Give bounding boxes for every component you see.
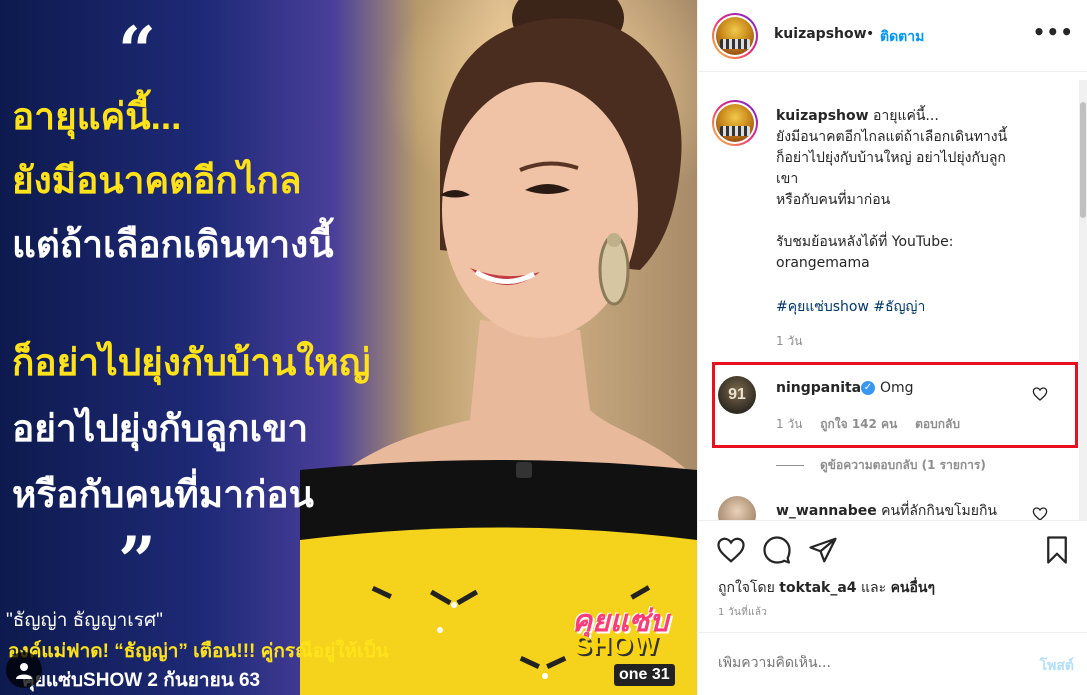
channel-logo: one 31 [614, 664, 675, 686]
post-time[interactable]: 1 วันที่แล้ว [718, 605, 767, 620]
caption-line-8: orangemama [776, 255, 870, 271]
quote-open-mark: “ [118, 12, 156, 90]
headline-line-6: หรือกับคนที่มาก่อน [12, 474, 314, 515]
post-header: kuizapshow • ติดตาม ••• [698, 0, 1087, 72]
user-tag-icon [16, 663, 32, 679]
follow-button[interactable]: ติดตาม [880, 26, 924, 48]
caption-line-2: ยังมีอนาคตอีกไกลแต่ถ้าเลือกเดินทางนี้ [776, 129, 1008, 145]
view-replies-button[interactable]: ดูข้อความตอบกลับ (1 รายการ) [776, 456, 986, 475]
view-replies-label: ดูข้อความตอบกลับ (1 รายการ) [820, 458, 986, 472]
add-comment-bar: โพสต์ [698, 632, 1087, 695]
comments-scrollbar[interactable] [1079, 80, 1087, 520]
comment-like-heart-icon[interactable] [1032, 386, 1048, 402]
share-send-icon[interactable] [808, 535, 838, 565]
post-comment-button[interactable]: โพสต์ [1040, 655, 1074, 677]
highlight-box [712, 362, 1078, 448]
comment-username[interactable]: ningpanita [776, 380, 861, 396]
comments-list[interactable]: kuizapshow อายุแค่นี้... ยังมีอนาคตอีกไก… [698, 72, 1087, 520]
add-comment-input[interactable] [718, 655, 998, 671]
caption-line-1: อายุแค่นี้... [873, 108, 939, 124]
liked-by-user[interactable]: toktak_a4 [779, 580, 856, 596]
header-username[interactable]: kuizapshow [774, 26, 867, 42]
caption-text: kuizapshow อายุแค่นี้... ยังมีอนาคตอีกไก… [776, 106, 1046, 274]
comment-likes[interactable]: ถูกใจ 142 คน [820, 417, 897, 431]
tagged-users-button[interactable] [6, 652, 42, 688]
caption-line-3: ก็อย่าไปยุ่งกับบ้านใหญ่ อย่าไปยุ่งกับลูก [776, 150, 1006, 166]
caption-time[interactable]: 1 วัน [776, 332, 802, 351]
more-options-icon[interactable]: ••• [1033, 20, 1074, 44]
quote-close-mark: ” [118, 522, 156, 600]
liked-by-line: ถูกใจโดย toktak_a4 และ คนอื่นๆ [718, 577, 935, 599]
caption-line-4: เขา [776, 171, 799, 187]
caption-username[interactable]: kuizapshow [776, 108, 869, 124]
headline-line-5: อย่าไปยุ่งกับลูกเขา [12, 408, 309, 449]
liked-by-prefix: ถูกใจโดย [718, 580, 775, 596]
headline-line-4: ก็อย่าไปยุ่งกับบ้านใหญ่ [12, 342, 371, 383]
headline-line-1: อายุแค่นี้... [12, 96, 182, 137]
comment-avatar[interactable] [718, 496, 756, 520]
show-logo-subtext: SHOW [574, 630, 659, 660]
image-caption-name: "ธัญญ่า ธัญญาเรศ" [6, 610, 163, 631]
bookmark-save-icon[interactable] [1042, 535, 1072, 565]
headline-line-2: ยังมีอนาคตอีกไกล [12, 160, 302, 201]
caption-hashtags[interactable]: #คุยแซ่บshow #ธัญญ่า [776, 296, 925, 318]
comment-meta: 1 วัน ถูกใจ 142 คน ตอบกลับ [776, 415, 974, 434]
caption-avatar[interactable] [712, 100, 758, 146]
liked-by-others[interactable]: คนอื่นๆ [891, 580, 935, 596]
header-avatar[interactable] [712, 13, 758, 59]
comment-time[interactable]: 1 วัน [776, 417, 802, 431]
post-side-panel: kuizapshow • ติดตาม ••• kuizapshow อายุแ… [697, 0, 1087, 695]
headline-line-3: แต่ถ้าเลือกเดินทางนี้ [12, 224, 334, 265]
post-actions: ถูกใจโดย toktak_a4 และ คนอื่นๆ 1 วันที่แ… [698, 520, 1087, 632]
comment-text: Omg [880, 380, 914, 396]
image-caption-date: คุยแซ่บSHOW 2 กันยายน 63 [22, 670, 261, 691]
comment-like-heart-icon[interactable] [1032, 506, 1048, 520]
caption-line-5: หรือกับคนที่มาก่อน [776, 192, 891, 208]
liked-by-and: และ [860, 580, 887, 596]
comment-reply-button[interactable]: ตอบกลับ [915, 417, 960, 431]
image-caption-subtitle: องค์แม่ฟาด! “ธัญญ่า” เตือน!!! คู่กรณีอยู… [8, 641, 389, 662]
comment-bubble-icon[interactable] [762, 535, 792, 565]
verified-badge-icon: ✓ [861, 381, 875, 395]
scrollbar-thumb[interactable] [1080, 102, 1086, 218]
header-separator: • [866, 26, 875, 42]
comment-username[interactable]: w_wannabee [776, 503, 877, 519]
comment-text: คนที่ลักกินขโมยกิน [881, 503, 998, 519]
comment-avatar[interactable]: 91 [718, 376, 756, 414]
like-heart-icon[interactable] [716, 535, 746, 565]
comment-line: w_wannabee คนที่ลักกินขโมยกิน [776, 500, 997, 520]
caption-line-7: รับชมย้อนหลังได้ที่ YouTube: [776, 234, 954, 250]
post-image[interactable]: “ อายุแค่นี้... ยังมีอนาคตอีกไกล แต่ถ้าเ… [0, 0, 697, 695]
